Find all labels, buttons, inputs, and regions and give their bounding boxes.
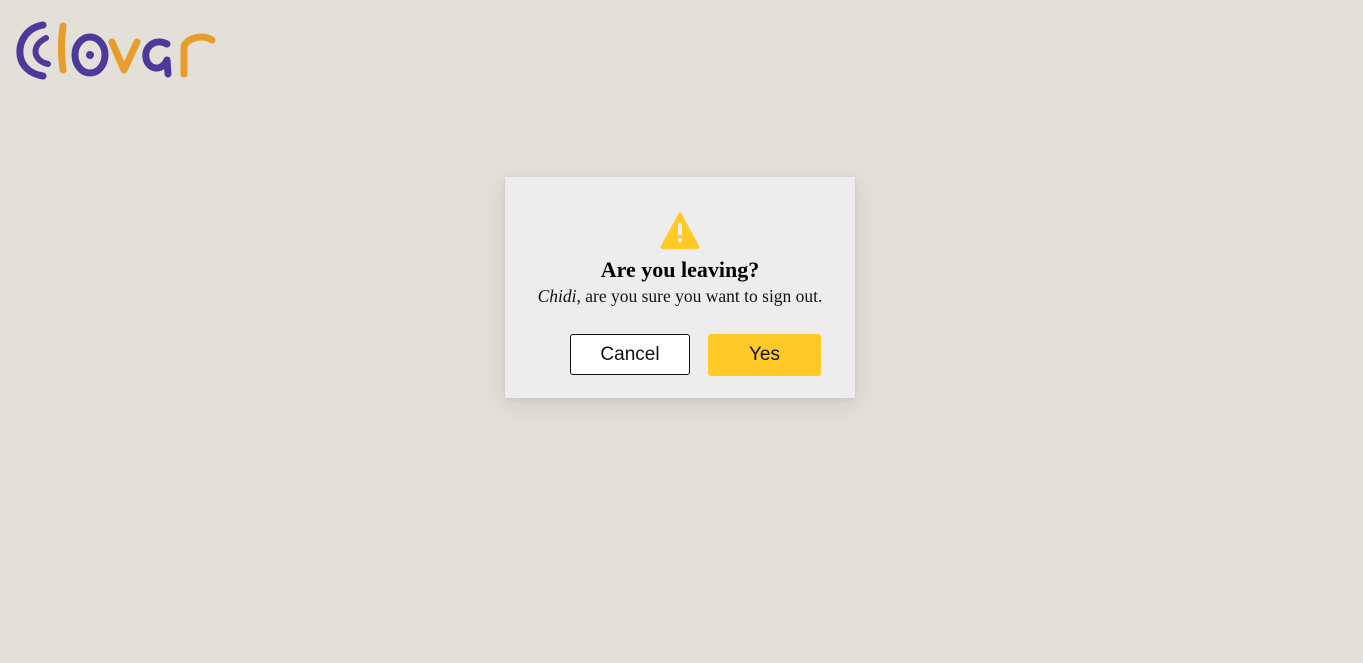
dialog-title: Are you leaving? [600,257,760,282]
dialog-message: Chidi, are you sure you want to sign out… [505,285,855,307]
confirm-sign-out-button[interactable]: Yes [708,334,821,376]
clovar-logo-mark [16,21,216,80]
dialog-message-text: , are you sure you want to sign out. [576,286,823,306]
cancel-button[interactable]: Cancel [570,334,690,375]
sign-out-dialog: Are you leaving? Chidi, are you sure you… [505,177,855,398]
user-name: Chidi [537,286,577,306]
warning-triangle-icon [660,211,700,249]
clovar-logo[interactable] [16,20,220,80]
